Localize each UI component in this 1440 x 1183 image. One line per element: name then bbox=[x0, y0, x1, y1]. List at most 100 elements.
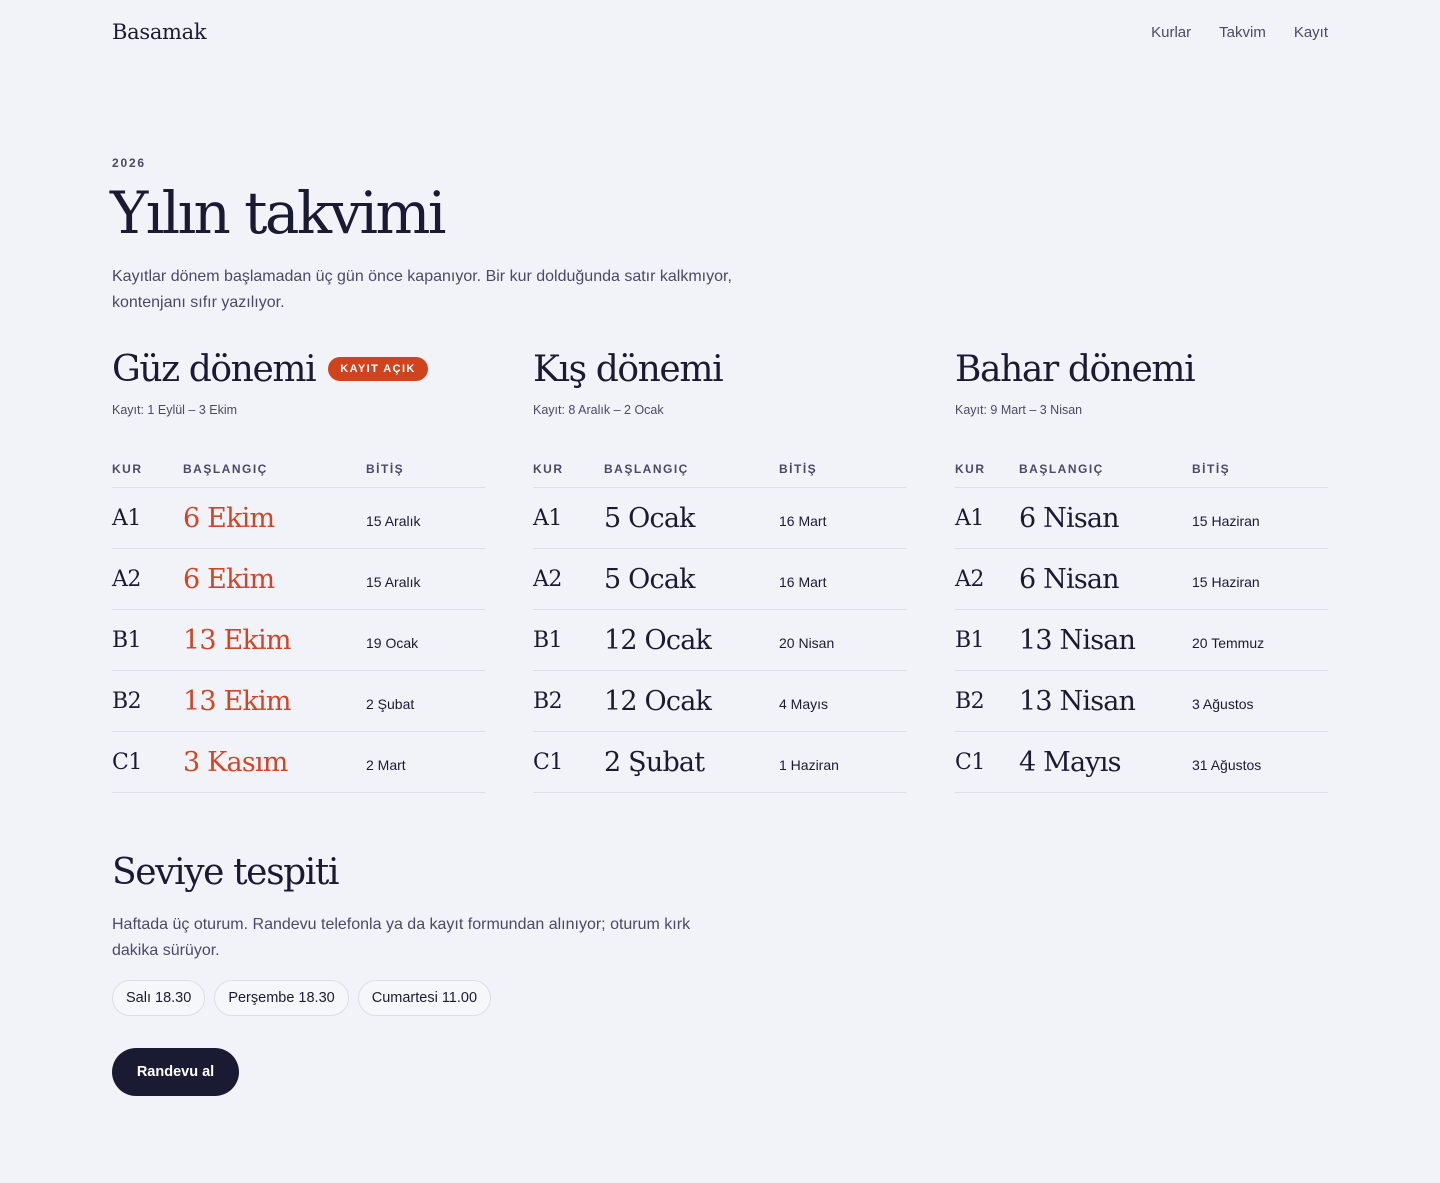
column-header-end: BİTİŞ bbox=[1192, 462, 1231, 476]
row-start-date: 13 Ekim bbox=[183, 685, 291, 717]
term-registration-range: Kayıt: 8 Aralık – 2 Ocak bbox=[533, 403, 664, 417]
row-end-date: 1 Haziran bbox=[779, 757, 839, 773]
table-row: A2 6 Ekim 15 Aralık bbox=[112, 549, 485, 610]
row-level: A2 bbox=[533, 566, 562, 592]
row-start-date: 5 Ocak bbox=[604, 502, 695, 534]
table-row: C1 2 Şubat 1 Haziran bbox=[533, 732, 906, 793]
row-end-date: 20 Nisan bbox=[779, 635, 835, 651]
row-level: C1 bbox=[533, 749, 563, 775]
term-registration-range: Kayıt: 1 Eylül – 3 Ekim bbox=[112, 403, 238, 417]
slot-chip-sali[interactable]: Salı 18.30 bbox=[112, 980, 206, 1016]
page-title: Yılın takvimi bbox=[110, 179, 446, 247]
row-level: A2 bbox=[955, 566, 984, 592]
row-end-date: 31 Ağustos bbox=[1192, 757, 1262, 773]
row-start-date: 3 Kasım bbox=[183, 746, 288, 778]
row-end-date: 16 Mart bbox=[779, 513, 827, 529]
nav-link-takvim[interactable]: Takvim bbox=[1219, 24, 1266, 41]
row-level: C1 bbox=[955, 749, 985, 775]
row-level: C1 bbox=[112, 749, 142, 775]
row-level: A2 bbox=[112, 566, 141, 592]
row-level: B2 bbox=[955, 688, 985, 714]
table-row: A2 6 Nisan 15 Haziran bbox=[955, 549, 1328, 610]
hero-intro: Kayıtlar dönem başlamadan üç gün önce ka… bbox=[112, 268, 732, 311]
table-row: C1 4 Mayıs 31 Ağustos bbox=[955, 732, 1328, 793]
term-guz: Güz dönemi KAYIT AÇIK Kayıt: 1 Eylül – 3… bbox=[112, 344, 485, 793]
row-end-date: 3 Ağustos bbox=[1192, 696, 1254, 712]
row-start-date: 12 Ocak bbox=[604, 685, 712, 717]
term-title: Kış dönemi bbox=[533, 348, 724, 390]
row-start-date: 12 Ocak bbox=[604, 624, 712, 656]
row-level: B1 bbox=[533, 627, 563, 653]
placement-description: Haftada üç oturum. Randevu telefonla ya … bbox=[112, 916, 691, 959]
column-header-end: BİTİŞ bbox=[779, 462, 818, 476]
row-end-date: 15 Haziran bbox=[1192, 513, 1260, 529]
registration-open-badge: KAYIT AÇIK bbox=[328, 357, 428, 381]
column-header-level: KUR bbox=[955, 462, 986, 476]
table-header: KUR BAŞLANGIÇ BİTİŞ bbox=[955, 462, 1328, 488]
column-header-level: KUR bbox=[112, 462, 143, 476]
term-title: Bahar dönemi bbox=[955, 348, 1196, 390]
term-registration-range: Kayıt: 9 Mart – 3 Nisan bbox=[955, 403, 1083, 417]
table-row: C1 3 Kasım 2 Mart bbox=[112, 732, 485, 793]
table-row: A2 5 Ocak 16 Mart bbox=[533, 549, 906, 610]
row-end-date: 15 Aralık bbox=[366, 574, 421, 590]
term-header: Bahar dönemi bbox=[955, 344, 1328, 394]
row-start-date: 6 Ekim bbox=[183, 502, 275, 534]
slot-chip-persembe[interactable]: Perşembe 18.30 bbox=[214, 980, 349, 1016]
row-level: B2 bbox=[533, 688, 563, 714]
placement-title: Seviye tespiti bbox=[112, 852, 339, 893]
row-end-date: 16 Mart bbox=[779, 574, 827, 590]
row-start-date: 13 Nisan bbox=[1019, 624, 1136, 656]
term-bahar: Bahar dönemi Kayıt: 9 Mart – 3 Nisan KUR… bbox=[955, 344, 1328, 793]
row-end-date: 15 Haziran bbox=[1192, 574, 1260, 590]
table-row: B2 13 Ekim 2 Şubat bbox=[112, 671, 485, 732]
nav-link-kurlar[interactable]: Kurlar bbox=[1151, 24, 1191, 41]
row-end-date: 19 Ocak bbox=[366, 635, 419, 651]
column-header-start: BAŞLANGIÇ bbox=[604, 462, 689, 476]
table-row: B2 12 Ocak 4 Mayıs bbox=[533, 671, 906, 732]
row-start-date: 2 Şubat bbox=[604, 746, 705, 778]
row-level: B1 bbox=[955, 627, 985, 653]
brand-logo[interactable]: Basamak bbox=[112, 20, 207, 44]
table-row: A1 5 Ocak 16 Mart bbox=[533, 488, 906, 549]
table-header: KUR BAŞLANGIÇ BİTİŞ bbox=[112, 462, 485, 488]
table-header: KUR BAŞLANGIÇ BİTİŞ bbox=[533, 462, 906, 488]
row-level: A1 bbox=[533, 505, 562, 531]
row-level: B1 bbox=[112, 627, 142, 653]
table-row: B1 13 Nisan 20 Temmuz bbox=[955, 610, 1328, 671]
book-appointment-button[interactable]: Randevu al bbox=[112, 1048, 239, 1096]
row-end-date: 2 Şubat bbox=[366, 696, 415, 712]
column-header-start: BAŞLANGIÇ bbox=[1019, 462, 1104, 476]
nav-link-kayit[interactable]: Kayıt bbox=[1294, 24, 1328, 41]
row-end-date: 20 Temmuz bbox=[1192, 635, 1265, 651]
row-start-date: 5 Ocak bbox=[604, 563, 695, 595]
term-title: Güz dönemi bbox=[112, 348, 317, 390]
term-kis: Kış dönemi Kayıt: 8 Aralık – 2 Ocak KUR … bbox=[533, 344, 906, 793]
table-row: B1 13 Ekim 19 Ocak bbox=[112, 610, 485, 671]
row-end-date: 2 Mart bbox=[366, 757, 406, 773]
row-level: A1 bbox=[955, 505, 984, 531]
row-level: A1 bbox=[112, 505, 141, 531]
column-header-start: BAŞLANGIÇ bbox=[183, 462, 268, 476]
row-start-date: 6 Ekim bbox=[183, 563, 275, 595]
hero-eyebrow: 2026 bbox=[112, 156, 146, 170]
slot-chip-cumartesi[interactable]: Cumartesi 11.00 bbox=[357, 980, 492, 1016]
top-nav: Kurlar Takvim Kayıt bbox=[1151, 24, 1328, 41]
placement-slots: Salı 18.30 Perşembe 18.30 Cumartesi 11.0… bbox=[112, 980, 492, 1016]
row-start-date: 6 Nisan bbox=[1019, 563, 1120, 595]
table-row: B1 12 Ocak 20 Nisan bbox=[533, 610, 906, 671]
row-start-date: 13 Nisan bbox=[1019, 685, 1136, 717]
term-header: Güz dönemi KAYIT AÇIK bbox=[112, 344, 485, 394]
table-row: A1 6 Ekim 15 Aralık bbox=[112, 488, 485, 549]
row-end-date: 4 Mayıs bbox=[779, 696, 829, 712]
row-start-date: 6 Nisan bbox=[1019, 502, 1120, 534]
table-row: B2 13 Nisan 3 Ağustos bbox=[955, 671, 1328, 732]
column-header-end: BİTİŞ bbox=[366, 462, 405, 476]
row-level: B2 bbox=[112, 688, 142, 714]
row-end-date: 15 Aralık bbox=[366, 513, 421, 529]
row-start-date: 13 Ekim bbox=[183, 624, 291, 656]
column-header-level: KUR bbox=[533, 462, 564, 476]
term-header: Kış dönemi bbox=[533, 344, 906, 394]
row-start-date: 4 Mayıs bbox=[1019, 746, 1121, 778]
table-row: A1 6 Nisan 15 Haziran bbox=[955, 488, 1328, 549]
